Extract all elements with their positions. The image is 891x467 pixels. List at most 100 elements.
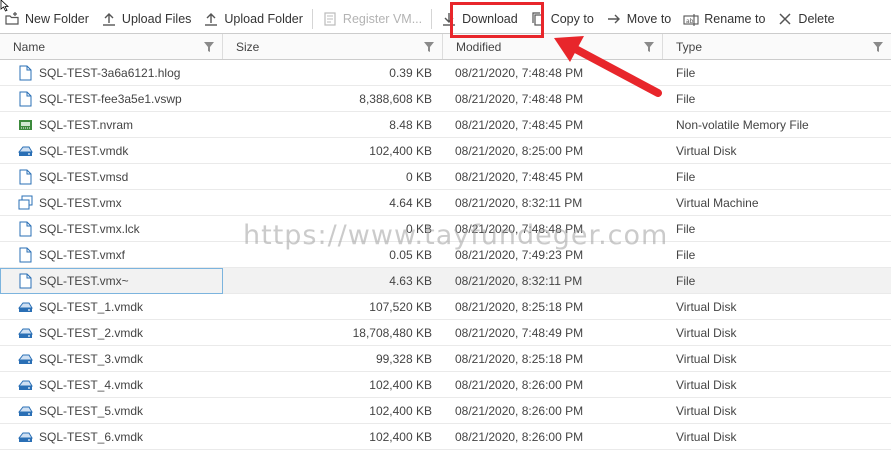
file-name: SQL-TEST.vmx~ [39,273,129,288]
file-modified: 08/21/2020, 8:32:11 PM [455,273,583,288]
file-name-cell[interactable]: SQL-TEST-3a6a6121.hlog [0,60,223,86]
file-modified: 08/21/2020, 8:25:00 PM [455,143,584,158]
file-type: File [676,221,696,236]
filter-icon[interactable] [424,42,434,52]
file-type: File [676,273,696,288]
file-size: 0 KB [405,221,432,236]
file-name: SQL-TEST_1.vmdk [39,299,144,314]
file-type: File [676,169,696,184]
file-modified: 08/21/2020, 8:26:00 PM [455,429,584,444]
table-row[interactable]: SQL-TEST.vmx.lck 0 KB 08/21/2020, 7:48:48 … [0,216,891,242]
file-icon [19,91,32,106]
file-type: Virtual Disk [676,299,737,314]
disk-icon [18,406,33,416]
file-size: 107,520 KB [369,299,432,314]
table-row[interactable]: SQL-TEST.vmdk 102,400 KB 08/21/2020, 8:25:… [0,138,891,164]
file-type: Virtual Machine [676,195,759,210]
file-size: 102,400 KB [369,143,432,158]
file-size: 18,708,480 KB [352,325,432,340]
file-type: Non-volatile Memory File [676,117,809,132]
table-row[interactable]: SQL-TEST-fee3a5e1.vswp 8,388,608 KB 08/21/… [0,86,891,112]
rename-to-label: Rename to [704,12,766,26]
table-row[interactable]: SQL-TEST.vmsd 0 KB 08/21/2020, 7:48:45 PM F… [0,164,891,190]
file-name-cell[interactable]: SQL-TEST.vmdk [0,138,223,164]
table-row[interactable]: SQL-TEST-3a6a6121.hlog 0.39 KB 08/21/2020,… [0,60,891,86]
table-row[interactable]: SQL-TEST_2.vmdk 18,708,480 KB 08/21/2020, … [0,320,891,346]
file-name: SQL-TEST-3a6a6121.hlog [39,65,181,80]
copy-to-label: Copy to [550,12,594,26]
file-name: SQL-TEST.vmx [39,195,122,210]
file-name: SQL-TEST.nvram [39,117,134,132]
file-name-cell[interactable]: SQL-TEST_2.vmdk [0,320,223,346]
column-header-modified-label: Modified [456,39,502,54]
table-body: SQL-TEST-3a6a6121.hlog 0.39 KB 08/21/2020,… [0,60,891,450]
file-name-cell[interactable]: SQL-TEST-fee3a5e1.vswp [0,86,223,112]
column-header-size[interactable]: Size [223,34,443,59]
table-header: Name Size Modified Type [0,34,891,60]
file-name-cell[interactable]: SQL-TEST.vmx.lck [0,216,223,242]
file-name-cell[interactable]: SQL-TEST.nvram [0,112,223,138]
file-name: SQL-TEST-fee3a5e1.vswp [39,91,182,106]
file-name: SQL-TEST_6.vmdk [39,429,144,444]
file-modified: 08/21/2020, 7:48:48 PM [455,91,584,106]
file-size: 0.05 KB [389,247,432,262]
filter-icon[interactable] [204,42,214,52]
table-row[interactable]: SQL-TEST.nvram 8.48 KB 08/21/2020, 7:48:45… [0,112,891,138]
table-row[interactable]: SQL-TEST.vmx~ 4.63 KB 08/21/2020, 8:32:11 … [0,267,891,294]
file-modified: 08/21/2020, 8:32:11 PM [455,195,583,210]
table-row[interactable]: SQL-TEST.vmx 4.64 KB 08/21/2020, 8:32:11 P… [0,190,891,216]
file-icon [19,169,32,184]
file-type: Virtual Disk [676,143,737,158]
file-name-cell[interactable]: SQL-TEST_5.vmdk [0,398,223,424]
column-header-type[interactable]: Type [663,34,891,59]
file-name: SQL-TEST.vmsd [39,169,129,184]
disk-icon [18,146,33,156]
file-type: File [676,65,696,80]
table-row[interactable]: SQL-TEST_6.vmdk 102,400 KB 08/21/2020, 8:2… [0,424,891,450]
table-row[interactable]: SQL-TEST_3.vmdk 99,328 KB 08/21/2020, 8:25… [0,346,891,372]
table-row[interactable]: SQL-TEST_4.vmdk 102,400 KB 08/21/2020, 8:2… [0,372,891,398]
new-folder-icon [5,12,19,25]
file-modified: 08/21/2020, 7:48:45 PM [455,117,584,132]
download-label: Download [462,12,518,26]
file-type: File [676,91,696,106]
file-size: 8,388,608 KB [359,91,432,106]
file-name-cell[interactable]: SQL-TEST_1.vmdk [0,294,223,320]
toolbar-divider [311,9,313,29]
file-modified: 08/21/2020, 7:49:23 PM [455,247,584,262]
rename-icon: ab [683,14,699,26]
table-row[interactable]: SQL-TEST_1.vmdk 107,520 KB 08/21/2020, 8:2… [0,294,891,320]
table-row[interactable]: SQL-TEST_5.vmdk 102,400 KB 08/21/2020, 8:2… [0,398,891,424]
nvram-icon [19,119,32,130]
file-modified: 08/21/2020, 8:26:00 PM [455,377,584,392]
file-name: SQL-TEST.vmx.lck [39,221,140,236]
file-name-cell[interactable]: SQL-TEST.vmx~ [0,267,223,294]
column-header-name-label: Name [13,39,46,54]
upload-icon [102,13,115,26]
column-header-modified[interactable]: Modified [443,34,663,59]
file-name-cell[interactable]: SQL-TEST_4.vmdk [0,372,223,398]
upload-files-label: Upload Files [121,12,192,26]
file-size: 0.39 KB [389,65,432,80]
table-row[interactable]: SQL-TEST.vmxf 0.05 KB 08/21/2020, 7:49:23 … [0,242,891,268]
toolbar-divider [431,9,433,29]
close-icon [779,13,791,25]
svg-text:ab: ab [686,18,694,25]
filter-icon[interactable] [873,42,883,52]
file-name-cell[interactable]: SQL-TEST_3.vmdk [0,346,223,372]
file-name-cell[interactable]: SQL-TEST.vmxf [0,242,223,268]
file-name-cell[interactable]: SQL-TEST.vmx [0,190,223,216]
file-type: Virtual Disk [676,403,737,418]
column-header-name[interactable]: Name [0,34,223,59]
vm-icon [18,195,33,209]
filter-icon[interactable] [644,42,654,52]
file-modified: 08/21/2020, 7:48:48 PM [455,221,584,236]
column-header-type-label: Type [676,39,703,54]
disk-icon [18,380,33,390]
file-modified: 08/21/2020, 7:48:45 PM [455,169,584,184]
file-type: Virtual Disk [676,429,737,444]
file-name-cell[interactable]: SQL-TEST_6.vmdk [0,424,223,450]
file-icon [19,247,32,262]
file-modified: 08/21/2020, 8:26:00 PM [455,403,584,418]
file-name-cell[interactable]: SQL-TEST.vmsd [0,164,223,190]
